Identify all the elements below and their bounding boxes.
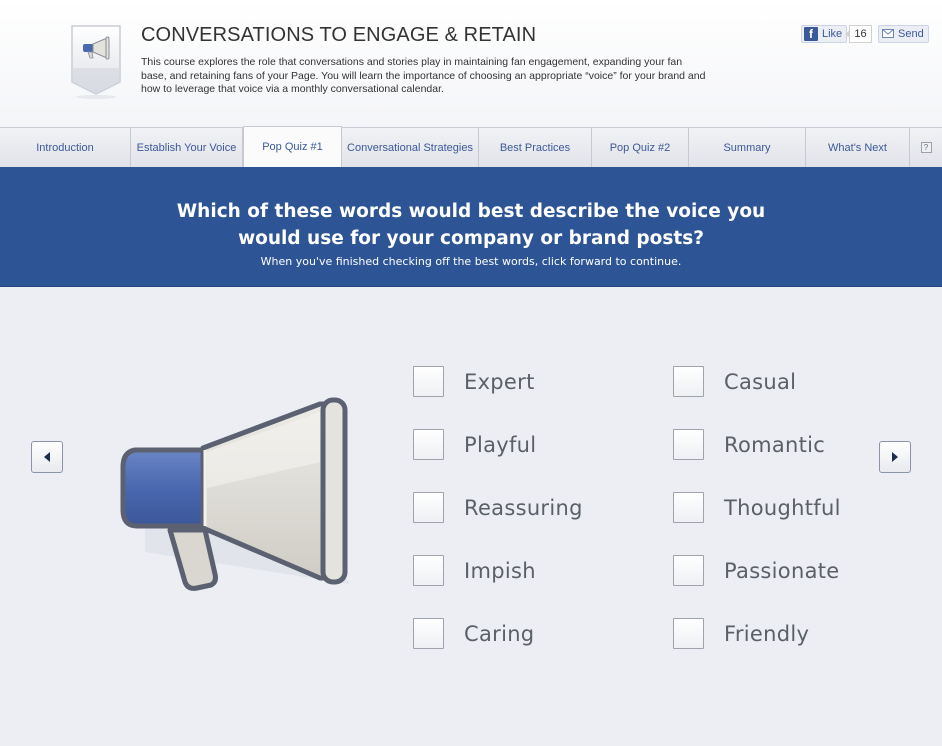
choice-label: Impish: [464, 558, 536, 583]
choice-caring[interactable]: Caring: [413, 618, 534, 649]
choice-impish[interactable]: Impish: [413, 555, 536, 586]
quiz-instructions: When you've finished checking off the be…: [260, 255, 682, 268]
facebook-like-button[interactable]: f Like: [801, 25, 848, 43]
choice-label: Passionate: [724, 558, 840, 583]
course-tabs: Introduction Establish Your Voice Pop Qu…: [0, 126, 942, 167]
checkbox[interactable]: [673, 618, 704, 649]
next-button[interactable]: [879, 441, 911, 473]
send-icon: [882, 29, 894, 38]
tab-conversational-strategies[interactable]: Conversational Strategies: [342, 128, 479, 167]
like-label: Like: [822, 28, 843, 40]
tab-introduction[interactable]: Introduction: [0, 128, 131, 167]
checkbox[interactable]: [413, 555, 444, 586]
tab-whats-next[interactable]: What's Next: [806, 128, 910, 167]
choice-label: Caring: [464, 621, 535, 646]
help-button[interactable]: ?: [910, 128, 942, 167]
checkbox[interactable]: [413, 429, 444, 460]
choice-friendly[interactable]: Friendly: [673, 618, 809, 649]
checkbox[interactable]: [673, 555, 704, 586]
choice-romantic[interactable]: Romantic: [673, 429, 825, 460]
quiz-question-line-1: Which of these words would best describe…: [176, 201, 766, 222]
tab-establish-your-voice[interactable]: Establish Your Voice: [131, 128, 243, 167]
checkbox[interactable]: [673, 429, 704, 460]
quiz-question: Which of these words would best describe…: [0, 198, 942, 252]
course-header: CONVERSATIONS TO ENGAGE & RETAIN This co…: [0, 0, 942, 127]
facebook-send-button[interactable]: Send: [878, 25, 929, 43]
choice-reassuring[interactable]: Reassuring: [413, 492, 583, 523]
course-description: This course explores the role that conve…: [141, 56, 706, 95]
checkbox[interactable]: [673, 492, 704, 523]
tab-pop-quiz-1[interactable]: Pop Quiz #1: [243, 126, 342, 167]
course-title: CONVERSATIONS TO ENGAGE & RETAIN: [141, 24, 537, 46]
choice-label: Reassuring: [464, 495, 583, 520]
previous-button[interactable]: [31, 441, 63, 473]
question-banner: Which of these words would best describe…: [0, 167, 942, 287]
choice-casual[interactable]: Casual: [673, 366, 796, 397]
choice-label: Playful: [464, 432, 537, 457]
send-label: Send: [898, 28, 924, 40]
tab-summary[interactable]: Summary: [689, 128, 806, 167]
checkbox[interactable]: [413, 492, 444, 523]
checkbox[interactable]: [413, 618, 444, 649]
choice-thoughtful[interactable]: Thoughtful: [673, 492, 841, 523]
choice-label: Romantic: [724, 432, 826, 457]
megaphone-icon: [120, 397, 350, 591]
checkbox[interactable]: [673, 366, 704, 397]
choice-playful[interactable]: Playful: [413, 429, 536, 460]
tab-best-practices[interactable]: Best Practices: [479, 128, 592, 167]
quiz-question-line-2: would use for your company or brand post…: [238, 228, 704, 249]
choice-passionate[interactable]: Passionate: [673, 555, 840, 586]
arrow-left-icon: [44, 452, 50, 462]
choice-label: Expert: [464, 369, 535, 394]
megaphone-badge-icon: [71, 25, 121, 99]
choice-label: Friendly: [724, 621, 810, 646]
facebook-logo-icon: f: [804, 27, 818, 41]
tab-pop-quiz-2[interactable]: Pop Quiz #2: [592, 128, 689, 167]
choice-expert[interactable]: Expert: [413, 366, 535, 397]
help-icon: ?: [920, 142, 932, 153]
choice-label: Casual: [724, 369, 797, 394]
like-count: 16: [845, 25, 872, 43]
checkbox[interactable]: [413, 366, 444, 397]
choice-label: Thoughtful: [724, 495, 841, 520]
arrow-right-icon: [892, 452, 898, 462]
